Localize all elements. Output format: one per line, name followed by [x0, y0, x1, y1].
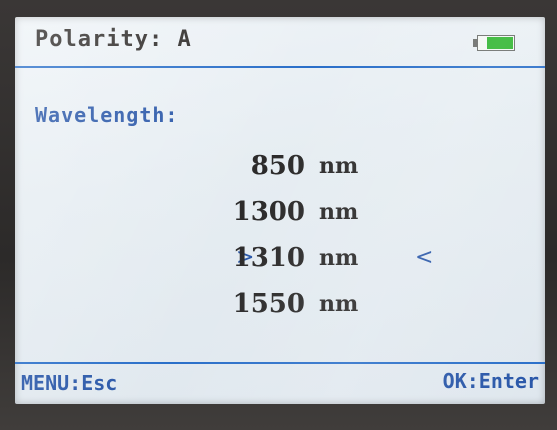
wavelength-option-1550[interactable]: 1550 nm	[15, 289, 545, 323]
battery-icon	[473, 35, 517, 51]
wavelength-option-1310[interactable]: > 1310 nm <	[15, 243, 545, 277]
wavelength-value: 1550	[232, 289, 305, 319]
wavelength-option-850[interactable]: 850 nm	[15, 151, 545, 185]
menu-esc-hint[interactable]: MENU:Esc	[21, 371, 117, 395]
battery-body	[477, 35, 515, 51]
polarity-title: Polarity: A	[35, 27, 192, 52]
device-screen: Polarity: A Wavelength: 850 nm 1300 nm >…	[15, 17, 545, 404]
ok-enter-hint[interactable]: OK:Enter	[443, 369, 539, 393]
wavelength-value: 1310	[232, 243, 305, 273]
battery-level-fill	[487, 37, 513, 49]
wavelength-value: 1300	[232, 197, 305, 227]
header-bar: Polarity: A	[15, 17, 545, 65]
wavelength-unit: nm	[319, 245, 359, 271]
wavelength-unit: nm	[319, 291, 359, 317]
wavelength-unit: nm	[319, 153, 359, 179]
selection-right-marker: <	[415, 245, 434, 270]
header-divider	[15, 66, 545, 68]
wavelength-value: 850	[250, 151, 305, 181]
footer-divider	[15, 362, 545, 364]
wavelength-label: Wavelength:	[35, 103, 179, 127]
wavelength-unit: nm	[319, 199, 359, 225]
wavelength-option-1300[interactable]: 1300 nm	[15, 197, 545, 231]
